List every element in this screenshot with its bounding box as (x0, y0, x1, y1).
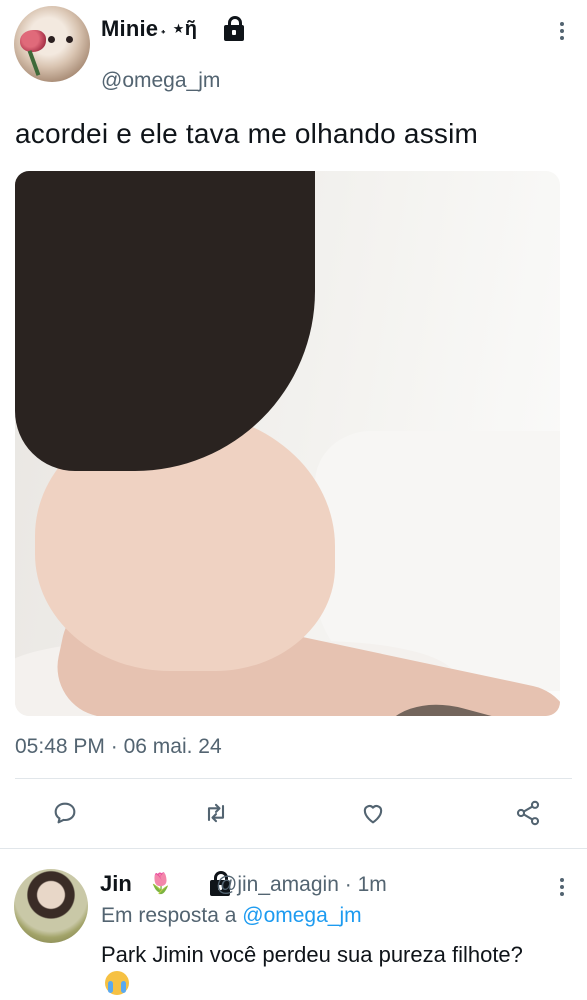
reply-icon (54, 802, 76, 824)
reply-to-mention[interactable]: @omega_jm (242, 904, 361, 927)
reply-author-avatar[interactable] (14, 869, 88, 943)
divider (15, 778, 572, 779)
reply-button[interactable] (50, 798, 80, 828)
tweet-photo[interactable] (15, 171, 560, 716)
cat-eye-left (48, 36, 55, 43)
rose-decoration (20, 30, 46, 52)
retweet-button[interactable] (201, 798, 231, 828)
heart-icon (363, 805, 383, 824)
author-avatar[interactable] (14, 6, 90, 82)
reply-more-options-icon[interactable] (558, 878, 566, 896)
cat-eye-right (66, 36, 73, 43)
reply-text-content: Park Jimin você perdeu sua pureza filhot… (101, 942, 523, 967)
reply-text: Park Jimin você perdeu sua pureza filhot… (101, 940, 531, 998)
share-icon (516, 800, 540, 826)
tweet-time: 05:48 PM (15, 735, 105, 758)
share-button[interactable] (513, 798, 543, 828)
author-display-name[interactable]: Minie (101, 16, 158, 42)
reply-to-prefix: Em resposta a (101, 904, 237, 927)
tweet-date: 06 mai. 24 (123, 735, 222, 758)
author-name-decoration: ˖ ⋆ῆ (160, 18, 197, 40)
reply-handle[interactable]: @jin_amagin (216, 873, 339, 896)
rose-stem (27, 50, 41, 76)
reply-handle-line: @jin_amagin · 1m (216, 873, 387, 897)
tweet-text: acordei e ele tava me olhando assim (15, 118, 479, 149)
tulip-emoji: 🌷 (148, 873, 173, 895)
author-handle[interactable]: @omega_jm (101, 69, 220, 93)
more-options-icon[interactable] (558, 22, 566, 40)
lock-icon (224, 15, 244, 41)
reply-display-name[interactable]: Jin (100, 871, 132, 897)
reply-separator: · (344, 873, 352, 896)
crying-face-emoji (105, 971, 129, 995)
reply-to-line: Em resposta a @omega_jm (101, 904, 362, 928)
like-button[interactable] (358, 798, 388, 828)
section-divider (0, 848, 587, 849)
reply-age: 1m (357, 873, 387, 896)
tweet-timestamp[interactable]: 05:48 PM · 06 mai. 24 (15, 735, 222, 759)
retweet-icon (207, 803, 225, 823)
meta-separator: · (110, 735, 118, 758)
